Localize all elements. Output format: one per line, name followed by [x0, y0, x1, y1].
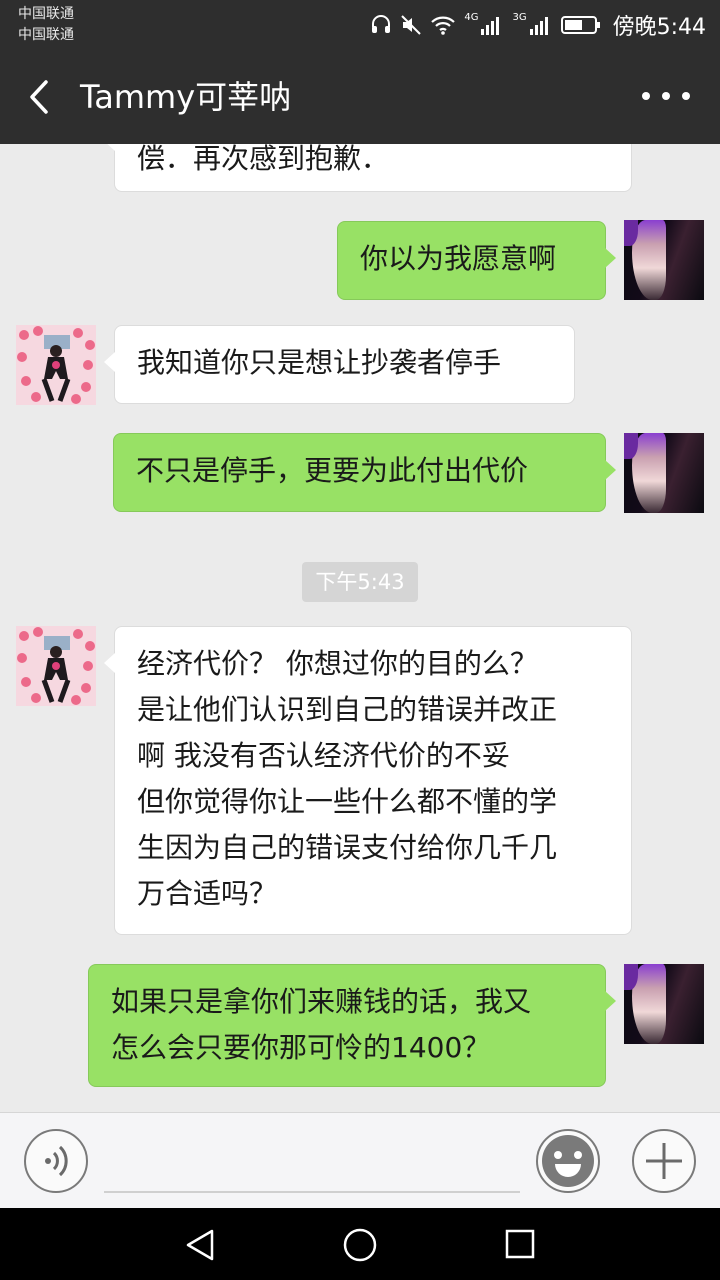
chat-history[interactable]: 偿．再次感到抱歉． 你以为我愿意啊 我知道你只是想让抄袭者停手 不只是停手，更要…: [0, 144, 720, 1112]
input-bar: [0, 1112, 720, 1208]
self-avatar[interactable]: [624, 964, 704, 1044]
peer-avatar[interactable]: [16, 325, 96, 405]
message-line: 不只是停手，更要为此付出代价: [136, 454, 529, 487]
nav-recents-icon[interactable]: [504, 1228, 536, 1260]
emoji-icon[interactable]: [536, 1129, 600, 1193]
time-separator: 下午5:43: [302, 562, 418, 602]
message-bubble-self[interactable]: 你以为我愿意啊: [337, 221, 616, 300]
signal-4g-icon: [480, 14, 504, 36]
message-bubble-peer[interactable]: 偿．再次感到抱歉．: [104, 144, 632, 192]
message-line: 但你觉得你让一些什么都不懂的学: [137, 785, 558, 818]
message-line: 生因为自己的错误支付给你几千几: [137, 831, 558, 864]
voice-icon[interactable]: [24, 1129, 88, 1193]
message-line: 你以为我愿意啊: [360, 242, 557, 275]
status-time: 傍晚5:44: [612, 15, 706, 40]
carrier-label-2: 中国联通: [18, 27, 74, 43]
plus-icon[interactable]: [632, 1129, 696, 1193]
message-bubble-peer[interactable]: 经济代价？ 你想过你的目的么？ 是让他们认识到自己的错误并改正 啊 我没有否认经…: [104, 626, 632, 935]
chat-title: Tammy可莘呐: [80, 78, 292, 116]
nav-back-icon[interactable]: [184, 1228, 216, 1262]
status-icons: 4G 3G 傍晚5:44: [370, 8, 706, 42]
mute-icon: [400, 14, 422, 36]
battery-icon: [560, 14, 601, 36]
message-bubble-self[interactable]: 不只是停手，更要为此付出代价: [113, 433, 616, 512]
message-line: 偿．再次感到抱歉．: [137, 144, 390, 175]
message-bubble-peer[interactable]: 我知道你只是想让抄袭者停手: [104, 325, 575, 404]
message-line: 啊 我没有否认经济代价的不妥: [137, 739, 510, 772]
message-line: 万合适吗？: [137, 877, 278, 910]
message-bubble-self[interactable]: 如果只是拿你们来赚钱的话，我又 怎么会只要你那可怜的1400？: [88, 964, 616, 1087]
message-line: 怎么会只要你那可怜的1400？: [111, 1031, 491, 1064]
message-line: 我知道你只是想让抄袭者停手: [137, 346, 502, 379]
headset-icon: [370, 14, 392, 36]
peer-avatar-image: [16, 325, 96, 405]
title-bar: Tammy可莘呐: [0, 50, 720, 144]
net-type-1: 4G: [464, 11, 479, 23]
nav-home-icon[interactable]: [342, 1227, 378, 1263]
signal-3g-icon: [529, 14, 553, 36]
more-dots-icon[interactable]: [642, 86, 690, 106]
peer-avatar-image: [16, 626, 96, 706]
carrier-label-1: 中国联通: [18, 6, 74, 22]
peer-avatar[interactable]: [16, 626, 96, 706]
message-input[interactable]: [104, 1191, 520, 1193]
self-avatar[interactable]: [624, 433, 704, 513]
message-line: 是让他们认识到自己的错误并改正: [137, 693, 558, 726]
net-type-2: 3G: [512, 11, 527, 23]
message-line: 经济代价？ 你想过你的目的么？: [137, 647, 538, 680]
status-bar: 中国联通 中国联通 4G 3G 傍晚5:44: [0, 0, 720, 50]
back-arrow-icon[interactable]: [22, 76, 62, 118]
self-avatar[interactable]: [624, 220, 704, 300]
system-nav-bar: [0, 1208, 720, 1280]
wifi-icon: [430, 14, 456, 36]
message-line: 如果只是拿你们来赚钱的话，我又: [111, 985, 532, 1018]
